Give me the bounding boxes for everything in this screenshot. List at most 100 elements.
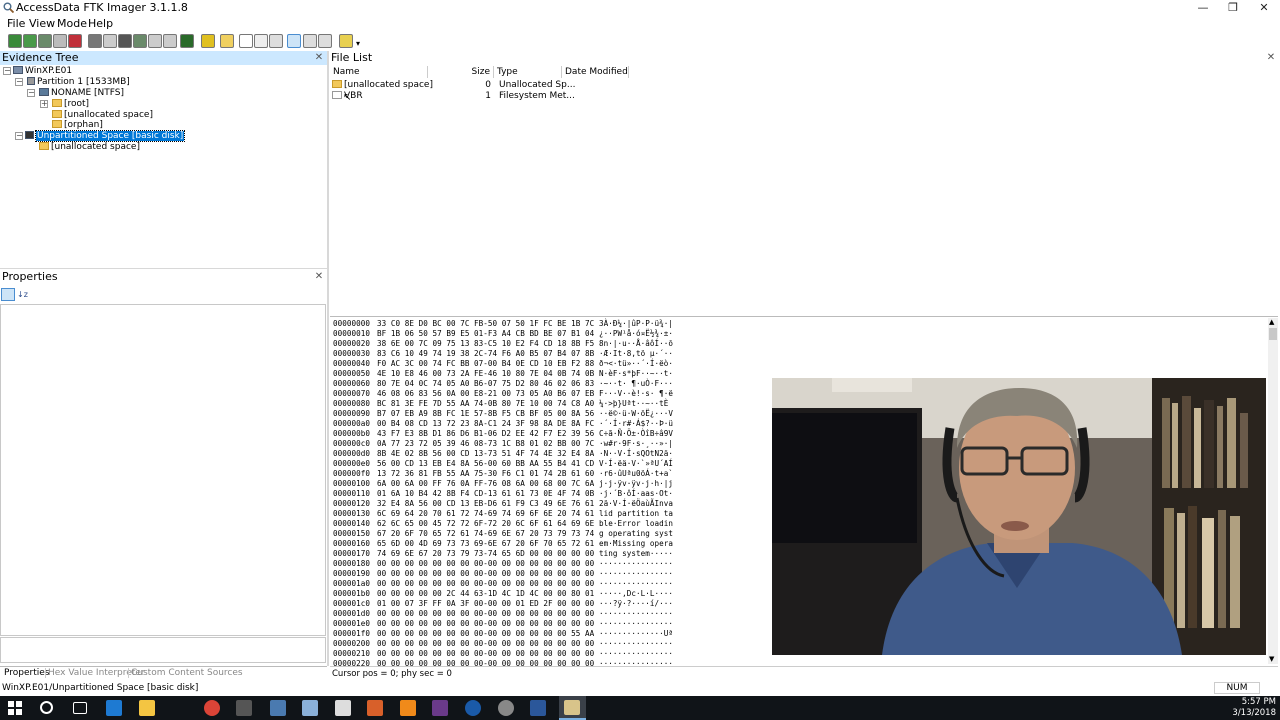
add-to-custom-content-icon[interactable] <box>220 34 234 48</box>
hex-bytes[interactable]: 00 00 00 00 00 00 00 00-00 00 00 00 00 0… <box>377 629 594 639</box>
tree-node-winxp[interactable]: WinXP.E01 <box>13 66 72 76</box>
expander-unpartitioned[interactable]: − <box>15 132 23 140</box>
detect-decrypt-icon[interactable] <box>318 34 332 48</box>
hex-bytes[interactable]: 00 00 00 00 00 00 00 00-00 00 00 00 00 0… <box>377 559 594 569</box>
hex-ascii[interactable]: ·Æ·It·8,tö µ·´·· <box>599 349 673 359</box>
hex-bytes[interactable]: 00 B4 08 CD 13 72 23 8A-C1 24 3F 98 8A D… <box>377 419 594 429</box>
tab-custom-content-sources[interactable]: Custom Content Sources <box>128 668 243 678</box>
detect-efs-icon[interactable] <box>163 34 177 48</box>
hex-bytes[interactable]: 62 6C 65 00 45 72 72 6F-72 20 6C 6F 61 6… <box>377 519 594 529</box>
menu-help[interactable]: Help <box>88 17 113 30</box>
sort-alphabetical-icon[interactable]: ↓z <box>17 288 29 301</box>
windows-start-icon[interactable] <box>8 701 22 715</box>
export-file-hash-list-icon[interactable] <box>201 34 215 48</box>
expander-winxp[interactable]: − <box>3 67 11 75</box>
powerpoint-icon[interactable] <box>367 700 383 716</box>
scroll-up-icon[interactable]: ▲ <box>1269 318 1274 326</box>
tree-node-noname-ntfs[interactable]: NONAME [NTFS] <box>39 88 124 98</box>
tree-node-partition1[interactable]: Partition 1 [1533MB] <box>27 77 130 87</box>
column-size[interactable]: Size <box>428 66 494 78</box>
hex-ascii[interactable]: 2ä·V·Í·ëÖaùÃInva <box>599 499 673 509</box>
hex-bytes[interactable]: 13 72 36 81 FB 55 AA 75-30 F6 C1 01 74 2… <box>377 469 594 479</box>
app-icon-2[interactable] <box>270 700 286 716</box>
column-date-modified[interactable]: Date Modified <box>562 66 629 78</box>
properties-grid[interactable] <box>0 304 326 636</box>
verify-drive-icon[interactable] <box>254 34 268 48</box>
hex-bytes[interactable]: 38 6E 00 7C 09 75 13 83-C5 10 E2 F4 CD 1… <box>377 339 594 349</box>
hex-bytes[interactable]: 4E 10 E8 46 00 73 2A FE-46 10 80 7E 04 0… <box>377 369 594 379</box>
hex-bytes[interactable]: 00 00 00 00 00 00 00 00-00 00 00 00 00 0… <box>377 609 594 619</box>
hex-bytes[interactable]: 43 F7 E3 8B D1 86 D6 B1-06 D2 EE 42 F7 E… <box>377 429 594 439</box>
expander-root[interactable]: + <box>40 100 48 108</box>
hex-ascii[interactable]: g operating syst <box>599 529 673 539</box>
hex-bytes[interactable]: 65 6D 00 4D 69 73 73 69-6E 67 20 6F 70 6… <box>377 539 594 549</box>
hex-ascii[interactable]: ble·Error loadin <box>599 519 673 529</box>
evidence-tree-close-icon[interactable]: ✕ <box>314 53 324 63</box>
hex-ascii[interactable]: ·j·´B·ôÍ·aas·Ot· <box>599 489 673 499</box>
file-explorer-icon[interactable] <box>139 700 155 716</box>
hex-ascii[interactable]: N·èF·s*þF··~··t· <box>599 369 673 379</box>
hex-bytes[interactable]: 67 20 6F 70 65 72 61 74-69 6E 67 20 73 7… <box>377 529 594 539</box>
hex-ascii[interactable]: ·····,Dc·L·L···· <box>599 589 673 599</box>
add-all-attached-devices-icon[interactable] <box>23 34 37 48</box>
ftk-imager-taskbar-button[interactable] <box>559 696 586 720</box>
hex-ascii[interactable]: ················ <box>599 639 673 649</box>
store-icon[interactable] <box>106 700 122 716</box>
calculator-icon[interactable] <box>335 700 351 716</box>
task-view-icon[interactable] <box>73 702 87 714</box>
hex-bytes[interactable]: 74 69 6E 67 20 73 79 73-74 65 6D 00 00 0… <box>377 549 594 559</box>
app-icon-5[interactable] <box>465 700 481 716</box>
hex-bytes[interactable]: 46 08 06 83 56 0A 00 E8-21 00 73 05 A0 B… <box>377 389 594 399</box>
auto-view-icon[interactable] <box>303 34 317 48</box>
remove-all-evidence-icon[interactable] <box>68 34 82 48</box>
hex-ascii[interactable]: ·w#r·9F·s·¸··»·| <box>599 439 673 449</box>
hex-bytes[interactable]: 0A 77 23 72 05 39 46 08-73 1C B8 01 02 B… <box>377 439 594 449</box>
app-icon-1[interactable] <box>236 700 252 716</box>
hex-ascii[interactable]: ·N··V·Í·sQOtN2ä· <box>599 449 673 459</box>
tree-node-unpartitioned-space[interactable]: Unpartitioned Space [basic disk] <box>25 130 186 142</box>
hex-bytes[interactable]: 00 00 00 00 00 00 00 00-00 00 00 00 00 0… <box>377 619 594 629</box>
categorized-view-icon[interactable] <box>1 288 15 301</box>
expander-noname[interactable]: − <box>27 89 35 97</box>
hex-ascii[interactable]: F···V··è!·s· ¶·ë <box>599 389 673 399</box>
hex-ascii[interactable]: ¿··PW¹å·ó¤Ë½¾·±· <box>599 329 673 339</box>
remove-evidence-icon[interactable] <box>53 34 67 48</box>
hex-bytes[interactable]: BF 1B 06 50 57 B9 E5 01-F3 A4 CB BD BE 0… <box>377 329 594 339</box>
hex-ascii[interactable]: ················ <box>599 649 673 659</box>
add-evidence-icon[interactable] <box>8 34 22 48</box>
hex-bytes[interactable]: B7 07 EB A9 8B FC 1E 57-8B F5 CB BF 05 0… <box>377 409 594 419</box>
app-icon-4[interactable] <box>432 700 448 716</box>
menu-mode[interactable]: Mode <box>57 17 87 30</box>
close-button[interactable]: ✕ <box>1249 0 1279 15</box>
word-icon[interactable] <box>530 700 546 716</box>
hex-ascii[interactable]: lid partition ta <box>599 509 673 519</box>
hex-view-icon[interactable] <box>287 34 301 48</box>
tree-node-unallocated-2[interactable]: [unallocated space] <box>39 142 140 152</box>
hex-ascii[interactable]: ·~··t· ¶·uÒ·F··· <box>599 379 673 389</box>
restore-button[interactable]: ❐ <box>1218 0 1248 15</box>
tree-node-orphan[interactable]: [orphan] <box>52 120 103 130</box>
hex-bytes[interactable]: 56 00 CD 13 EB E4 8A 56-00 60 BB AA 55 B… <box>377 459 594 469</box>
hex-scrollbar[interactable]: ▲ ▼ <box>1268 318 1278 664</box>
export-logical-image-icon[interactable] <box>118 34 132 48</box>
hex-ascii[interactable]: ··ë©·ü·W·õË¿···V <box>599 409 673 419</box>
hex-bytes[interactable]: 6C 69 64 20 70 61 72 74-69 74 69 6F 6E 2… <box>377 509 594 519</box>
tab-properties[interactable]: Properties <box>4 668 49 678</box>
hex-ascii[interactable]: ················ <box>599 559 673 569</box>
cortana-search-icon[interactable] <box>40 701 53 714</box>
horizontal-splitter[interactable] <box>0 268 327 269</box>
hex-scrollbar-thumb[interactable] <box>1269 328 1277 340</box>
app-icon-6[interactable] <box>498 700 514 716</box>
hex-bytes[interactable]: 00 00 00 00 00 00 00 00-00 00 00 00 00 0… <box>377 649 594 659</box>
column-type[interactable]: Type <box>494 66 562 78</box>
menu-view[interactable]: View <box>29 17 55 30</box>
hex-ascii[interactable]: ting system····· <box>599 549 673 559</box>
hex-bytes[interactable]: 32 E4 8A 56 00 CD 13 EB-D6 61 F9 C3 49 6… <box>377 499 594 509</box>
hex-ascii[interactable]: C÷ã·Ñ·Ö±·ÒîB÷â9V <box>599 429 673 439</box>
hex-ascii[interactable]: ···?ÿ·?····í/··· <box>599 599 673 609</box>
vertical-splitter[interactable] <box>327 51 329 666</box>
chrome-icon[interactable] <box>204 700 220 716</box>
capture-memory-icon[interactable] <box>133 34 147 48</box>
file-list-close-icon[interactable]: ✕ <box>1266 53 1276 63</box>
app-icon-3[interactable] <box>302 700 318 716</box>
